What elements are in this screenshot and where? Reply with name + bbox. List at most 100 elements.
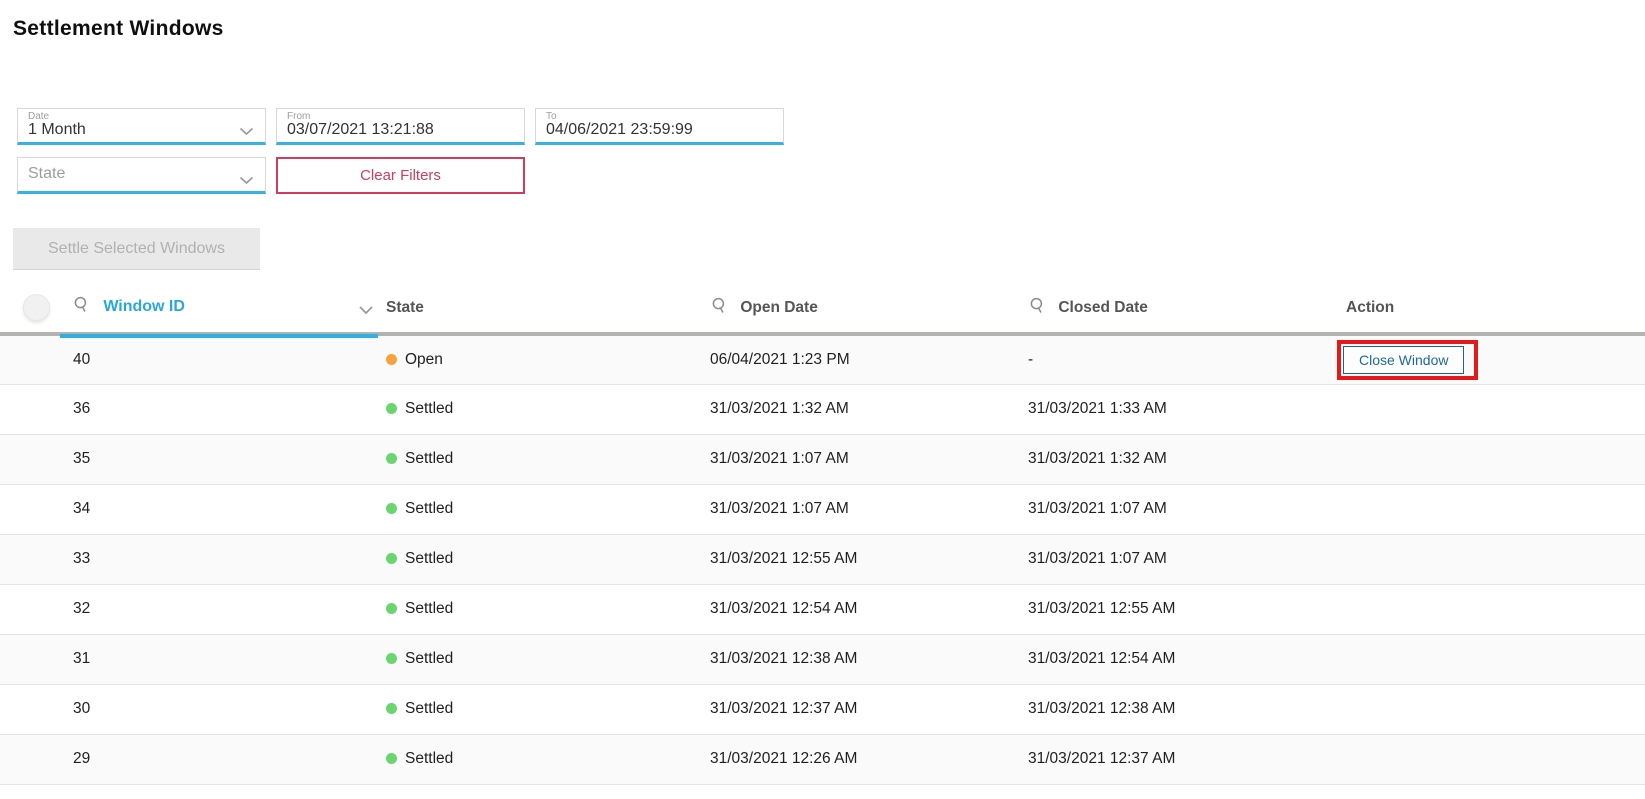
state-select[interactable]: State bbox=[17, 157, 266, 194]
from-datetime-field[interactable]: From 03/07/2021 13:21:88 bbox=[276, 108, 525, 145]
row-checkbox-cell bbox=[0, 684, 59, 734]
state-label: Settled bbox=[405, 700, 453, 717]
sort-chevron-icon[interactable] bbox=[358, 302, 374, 320]
chevron-down-icon bbox=[239, 172, 254, 190]
cell-closed-date: - bbox=[1023, 334, 1337, 384]
row-checkbox-cell bbox=[0, 634, 59, 684]
row-checkbox-cell bbox=[0, 734, 59, 784]
cell-closed-date: 31/03/2021 12:55 AM bbox=[1023, 584, 1337, 634]
cell-action bbox=[1337, 484, 1645, 534]
cell-window-id: 40 bbox=[59, 334, 386, 384]
settled-status-dot-icon bbox=[386, 503, 397, 514]
column-label-action: Action bbox=[1346, 299, 1394, 316]
table-row: 40Open06/04/2021 1:23 PM-Close Window bbox=[0, 334, 1645, 384]
column-header-action: Action bbox=[1337, 283, 1645, 334]
sorted-column-underline bbox=[60, 334, 378, 338]
cell-open-date: 31/03/2021 12:26 AM bbox=[705, 734, 1023, 784]
state-label: Settled bbox=[405, 550, 453, 567]
column-header-closed-date[interactable]: Closed Date bbox=[1023, 283, 1337, 334]
date-select-value: 1 Month bbox=[28, 121, 86, 139]
cell-window-id: 36 bbox=[59, 384, 386, 434]
cell-closed-date: 31/03/2021 12:37 AM bbox=[1023, 734, 1337, 784]
cell-state: Open bbox=[386, 334, 705, 384]
cell-window-id: 32 bbox=[59, 584, 386, 634]
table-row: 32Settled31/03/2021 12:54 AM31/03/2021 1… bbox=[0, 584, 1645, 634]
cell-open-date: 31/03/2021 12:54 AM bbox=[705, 584, 1023, 634]
cell-state: Settled bbox=[386, 584, 705, 634]
settled-status-dot-icon bbox=[386, 753, 397, 764]
cell-closed-date: 31/03/2021 1:07 AM bbox=[1023, 484, 1337, 534]
column-header-state[interactable]: State bbox=[386, 283, 705, 334]
cell-state: Settled bbox=[386, 484, 705, 534]
table-row: 35 Settled 31/03/2021 1:07 AM31/03/2021 1:… bbox=[0, 434, 1645, 484]
cell-action bbox=[1337, 384, 1645, 434]
settle-selected-windows-button: Settle Selected Windows bbox=[13, 228, 260, 270]
search-icon[interactable] bbox=[1029, 301, 1050, 318]
cell-action: Close Window bbox=[1337, 334, 1645, 384]
table-row: 29 Settled 31/03/2021 12:26 AM31/03/2021 1… bbox=[0, 734, 1645, 784]
from-field-value: 03/07/2021 13:21:88 bbox=[287, 121, 434, 139]
cell-window-id: 29 bbox=[59, 734, 386, 784]
table-row: 30Settled31/03/2021 12:37 AM31/03/2021 1… bbox=[0, 684, 1645, 734]
cell-open-date: 31/03/2021 12:55 AM bbox=[705, 534, 1023, 584]
cell-state: Settled bbox=[386, 384, 705, 434]
state-label: Settled bbox=[405, 750, 453, 767]
state-label: Settled bbox=[405, 450, 453, 467]
page-title: Settlement Windows bbox=[13, 17, 224, 41]
state-label: Settled bbox=[405, 400, 453, 417]
settled-status-dot-icon bbox=[386, 703, 397, 714]
column-header-window-id[interactable]: Window ID bbox=[59, 283, 386, 334]
cell-closed-date: 31/03/2021 1:33 AM bbox=[1023, 384, 1337, 434]
cell-window-id: 35 bbox=[59, 434, 386, 484]
row-checkbox-cell bbox=[0, 584, 59, 634]
search-icon[interactable] bbox=[73, 300, 94, 317]
cell-state: Settled bbox=[386, 434, 705, 484]
table-row: 31Settled31/03/2021 12:38 AM31/03/2021 1… bbox=[0, 634, 1645, 684]
cell-window-id: 34 bbox=[59, 484, 386, 534]
cell-state: Settled bbox=[386, 634, 705, 684]
table-header-row: Window ID State Open Date Closed bbox=[0, 283, 1645, 334]
clear-filters-button[interactable]: Clear Filters bbox=[276, 157, 525, 194]
cell-action bbox=[1337, 684, 1645, 734]
search-icon[interactable] bbox=[711, 301, 732, 318]
row-checkbox-cell bbox=[0, 334, 59, 384]
select-all-checkbox[interactable] bbox=[23, 294, 50, 321]
cell-window-id: 31 bbox=[59, 634, 386, 684]
cell-open-date: 31/03/2021 1:07 AM bbox=[705, 484, 1023, 534]
settled-status-dot-icon bbox=[386, 553, 397, 564]
table-row: 36 Settled 31/03/2021 1:32 AM31/03/2021 1:… bbox=[0, 384, 1645, 434]
column-label-closed-date: Closed Date bbox=[1058, 299, 1148, 316]
cell-action bbox=[1337, 634, 1645, 684]
cell-action bbox=[1337, 434, 1645, 484]
cell-state: Settled bbox=[386, 734, 705, 784]
settlement-windows-table: Window ID State Open Date Closed bbox=[0, 283, 1645, 785]
state-label: Open bbox=[405, 351, 443, 368]
close-window-button[interactable]: Close Window bbox=[1343, 346, 1464, 374]
column-label-state: State bbox=[386, 299, 424, 316]
cell-closed-date: 31/03/2021 12:54 AM bbox=[1023, 634, 1337, 684]
open-status-dot-icon bbox=[386, 354, 397, 365]
column-header-open-date[interactable]: Open Date bbox=[705, 283, 1023, 334]
to-datetime-field[interactable]: To 04/06/2021 23:59:99 bbox=[535, 108, 784, 145]
table-body: 40Open06/04/2021 1:23 PM-Close Window36S… bbox=[0, 334, 1645, 784]
to-field-value: 04/06/2021 23:59:99 bbox=[546, 121, 693, 139]
row-checkbox-cell bbox=[0, 384, 59, 434]
row-checkbox-cell bbox=[0, 434, 59, 484]
date-range-select[interactable]: Date 1 Month bbox=[17, 108, 266, 145]
cell-action bbox=[1337, 584, 1645, 634]
settled-status-dot-icon bbox=[386, 603, 397, 614]
cell-state: Settled bbox=[386, 684, 705, 734]
settlement-windows-page: Settlement Windows Date 1 Month From 03/… bbox=[0, 0, 1645, 799]
cell-action bbox=[1337, 534, 1645, 584]
cell-open-date: 31/03/2021 1:32 AM bbox=[705, 384, 1023, 434]
cell-closed-date: 31/03/2021 1:07 AM bbox=[1023, 534, 1337, 584]
settled-status-dot-icon bbox=[386, 403, 397, 414]
column-label-open-date: Open Date bbox=[740, 299, 818, 316]
annotation-highlight-box: Close Window bbox=[1337, 340, 1478, 380]
cell-open-date: 31/03/2021 1:07 AM bbox=[705, 434, 1023, 484]
cell-window-id: 33 bbox=[59, 534, 386, 584]
cell-closed-date: 31/03/2021 1:32 AM bbox=[1023, 434, 1337, 484]
cell-open-date: 31/03/2021 12:37 AM bbox=[705, 684, 1023, 734]
cell-open-date: 31/03/2021 12:38 AM bbox=[705, 634, 1023, 684]
cell-action bbox=[1337, 734, 1645, 784]
